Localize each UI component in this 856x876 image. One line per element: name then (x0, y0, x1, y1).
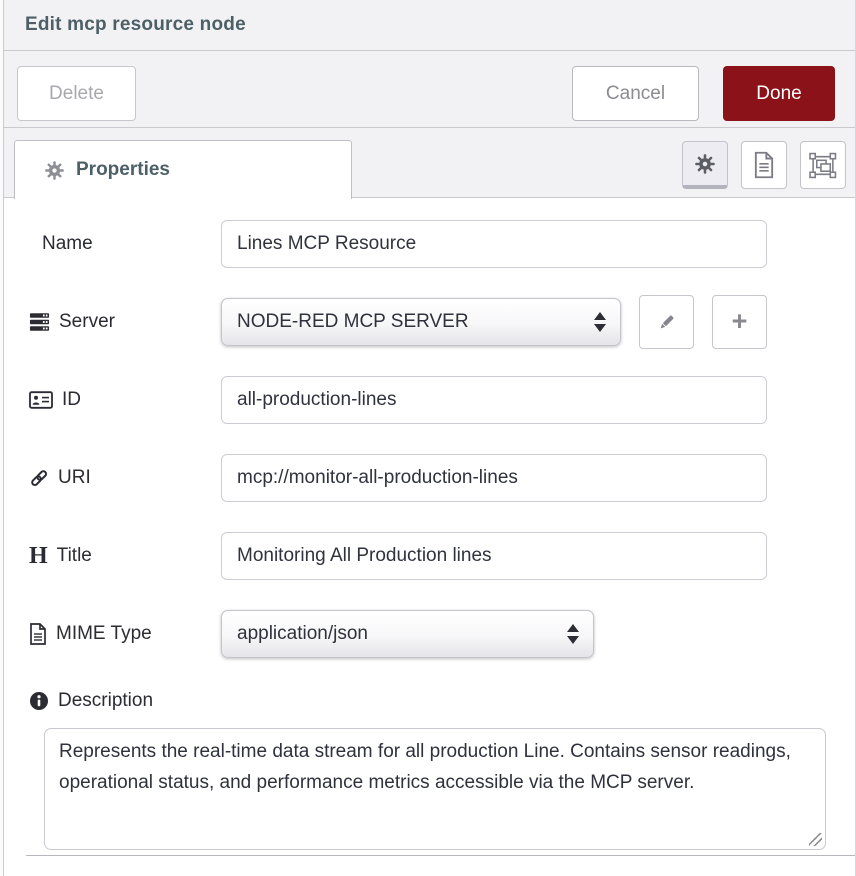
mime-select[interactable]: application/json (221, 610, 594, 658)
add-server-button[interactable]: + (712, 295, 767, 349)
server-select-value: NODE-RED MCP SERVER (237, 311, 469, 333)
name-label: Name (29, 233, 221, 255)
uri-label: URI (29, 467, 221, 489)
tab-properties-label: Properties (76, 159, 170, 181)
properties-form: Name (4, 198, 855, 873)
server-icon (29, 312, 50, 332)
appearance-icon (808, 152, 838, 179)
description-tab-button[interactable] (741, 141, 787, 189)
dialog-toolbar: Delete Cancel Done (4, 51, 855, 128)
tab-bar: Properties (4, 128, 855, 198)
description-label: Description (29, 688, 855, 714)
heading-icon: H (29, 544, 48, 568)
gear-icon (694, 153, 716, 175)
pencil-icon (656, 312, 677, 333)
id-label-text: ID (62, 389, 81, 411)
document-icon (752, 151, 776, 179)
dialog-title: Edit mcp resource node (25, 14, 246, 36)
server-select[interactable]: NODE-RED MCP SERVER (221, 298, 621, 346)
tab-properties[interactable]: Properties (14, 140, 352, 199)
edit-server-button[interactable] (639, 295, 694, 349)
server-row: Server NODE-RED MCP SERVER (29, 298, 855, 346)
info-icon (29, 691, 49, 711)
link-icon (29, 468, 49, 488)
edit-node-dialog: Edit mcp resource node Delete Cancel Don… (3, 0, 856, 876)
mime-label-text: MIME Type (56, 623, 152, 645)
id-card-icon (29, 391, 53, 409)
server-label: Server (29, 311, 221, 333)
uri-input[interactable] (221, 454, 767, 502)
title-input[interactable] (221, 532, 767, 580)
name-row: Name (29, 220, 855, 268)
description-label-text: Description (58, 690, 153, 712)
uri-label-text: URI (58, 467, 91, 489)
delete-button[interactable]: Delete (17, 66, 136, 121)
description-textarea[interactable]: Represents the real-time data stream for… (44, 728, 826, 850)
appearance-tab-button[interactable] (800, 141, 846, 189)
select-arrows-icon (567, 624, 579, 644)
properties-tab-button[interactable] (682, 141, 728, 189)
name-input[interactable] (221, 220, 767, 268)
mime-row: MIME Type application/json (29, 610, 855, 658)
dialog-header: Edit mcp resource node (4, 0, 855, 51)
server-label-text: Server (59, 311, 115, 333)
title-row: H Title (29, 532, 855, 580)
mime-select-value: application/json (237, 623, 368, 645)
gear-icon (44, 160, 65, 181)
plus-icon: + (732, 308, 748, 335)
description-textarea-wrap: Represents the real-time data stream for… (44, 728, 826, 850)
select-arrows-icon (594, 312, 606, 332)
id-input[interactable] (221, 376, 767, 424)
id-row: ID (29, 376, 855, 424)
title-label: H Title (29, 544, 221, 568)
done-button[interactable]: Done (723, 66, 835, 121)
bottom-divider (26, 855, 855, 856)
cancel-button[interactable]: Cancel (572, 66, 699, 121)
file-icon (29, 623, 47, 645)
id-label: ID (29, 389, 221, 411)
title-label-text: Title (57, 545, 92, 567)
name-label-text: Name (42, 233, 93, 255)
tab-action-buttons (682, 141, 846, 189)
mime-label: MIME Type (29, 623, 221, 645)
uri-row: URI (29, 454, 855, 502)
